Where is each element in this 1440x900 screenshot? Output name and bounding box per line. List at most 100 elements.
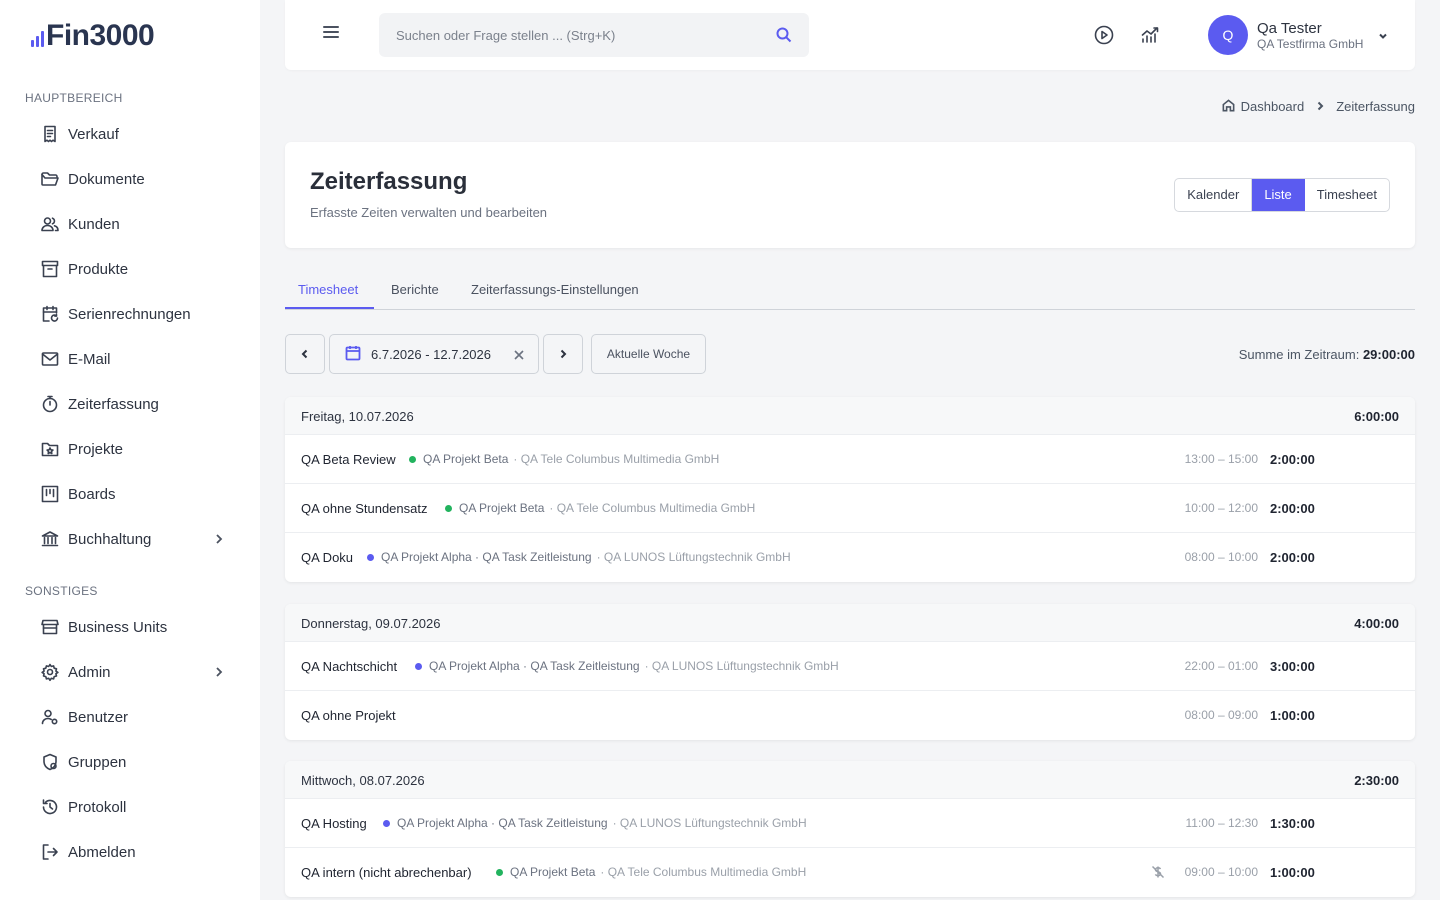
chevron-right-icon bbox=[1314, 99, 1326, 114]
date-range-value: 6.7.2026 - 12.7.2026 bbox=[371, 346, 491, 362]
page-header-card: Zeiterfassung Erfasste Zeiten verwalten … bbox=[285, 142, 1415, 248]
app-logo[interactable]: Fin3000 bbox=[31, 18, 155, 52]
entry-customer: · QA Tele Columbus Multimedia GmbH bbox=[600, 865, 807, 879]
sidebar-item-e-mail[interactable]: E-Mail bbox=[40, 342, 236, 376]
topbar: Q Qa Tester QA Testfirma GmbH bbox=[285, 0, 1415, 70]
entry-project: QA Projekt Alpha · QA Task Zeitleistung bbox=[429, 659, 640, 673]
shield-user-icon bbox=[40, 752, 60, 772]
entry-meta: QA Projekt Beta · QA Tele Columbus Multim… bbox=[445, 501, 755, 515]
time-entry-row[interactable]: QA Hosting QA Projekt Alpha · QA Task Ze… bbox=[285, 799, 1415, 848]
search-input[interactable] bbox=[379, 13, 759, 57]
calendar-repeat-icon bbox=[40, 304, 60, 324]
user-info: Qa Tester QA Testfirma GmbH bbox=[1257, 20, 1363, 51]
date-range-picker[interactable]: 6.7.2026 - 12.7.2026 bbox=[329, 334, 539, 374]
entry-duration: 2:00:00 bbox=[1270, 550, 1315, 565]
sidebar-item-label: Dokumente bbox=[68, 170, 145, 188]
play-circle-icon[interactable] bbox=[1093, 24, 1115, 46]
period-sum: Summe im Zeitraum: 29:00:00 bbox=[1239, 347, 1415, 362]
sidebar-item-verkauf[interactable]: Verkauf bbox=[40, 117, 236, 151]
sidebar-item-dokumente[interactable]: Dokumente bbox=[40, 162, 236, 196]
user-menu[interactable]: Q Qa Tester QA Testfirma GmbH bbox=[1208, 15, 1389, 55]
menu-toggle-icon[interactable] bbox=[323, 26, 341, 44]
user-company: QA Testfirma GmbH bbox=[1257, 36, 1364, 51]
view-kalender-button[interactable]: Kalender bbox=[1175, 179, 1253, 211]
time-entry-row[interactable]: QA Nachtschicht QA Projekt Alpha · QA Ta… bbox=[285, 642, 1415, 691]
time-entry-row[interactable]: QA ohne Stundensatz QA Projekt Beta · QA … bbox=[285, 484, 1415, 533]
home-icon bbox=[1222, 99, 1235, 112]
entry-meta: QA Projekt Alpha · QA Task Zeitleistung ·… bbox=[367, 550, 791, 564]
entry-customer: · QA Tele Columbus Multimedia GmbH bbox=[513, 452, 720, 466]
view-timesheet-button[interactable]: Timesheet bbox=[1305, 179, 1389, 211]
entry-meta: QA Projekt Alpha · QA Task Zeitleistung ·… bbox=[383, 816, 807, 830]
period-sum-value: 29:00:00 bbox=[1362, 347, 1415, 362]
time-entry-row[interactable]: QA ohne Projekt 08:00 – 09:00 1:00:00 bbox=[285, 691, 1415, 740]
sidebar-item-boards[interactable]: Boards bbox=[40, 477, 236, 511]
sidebar-item-label: Business Units bbox=[68, 618, 168, 636]
non-billable-icon bbox=[1151, 865, 1165, 879]
chevron-right-icon bbox=[560, 349, 567, 359]
section-label-main: HAUPTBEREICH bbox=[25, 91, 123, 105]
day-header: Freitag, 10.07.2026 6:00:00 bbox=[285, 397, 1415, 435]
project-status-dot bbox=[367, 553, 374, 561]
time-entry-row[interactable]: QA Beta Review QA Projekt Beta · QA Tele … bbox=[285, 435, 1415, 484]
tab-zeiterfassungs-einstellungen[interactable]: Zeiterfassungs-Einstellungen bbox=[471, 282, 639, 297]
day-total: 4:00:00 bbox=[1354, 616, 1399, 631]
day-label: Freitag, 10.07.2026 bbox=[301, 409, 414, 424]
previous-week-button[interactable] bbox=[285, 334, 325, 374]
current-week-button[interactable]: Aktuelle Woche bbox=[591, 334, 706, 374]
active-tab-indicator bbox=[285, 307, 374, 309]
entry-customer: · QA LUNOS Lüftungstechnik GmbH bbox=[644, 659, 839, 673]
entry-title: QA intern (nicht abrechenbar) bbox=[301, 865, 472, 880]
entry-time: 08:00 – 10:00 bbox=[1184, 550, 1258, 564]
tab-berichte[interactable]: Berichte bbox=[391, 282, 439, 297]
sidebar-item-protokoll[interactable]: Protokoll bbox=[40, 790, 236, 824]
time-entry-row[interactable]: QA Doku QA Projekt Alpha · QA Task Zeitl… bbox=[285, 533, 1415, 582]
analytics-chart-icon[interactable] bbox=[1139, 24, 1161, 46]
tab-timesheet[interactable]: Timesheet bbox=[298, 282, 358, 297]
sidebar-item-buchhaltung[interactable]: Buchhaltung bbox=[40, 522, 236, 556]
entry-project: QA Projekt Alpha · QA Task Zeitleistung bbox=[381, 550, 592, 564]
folder-open-icon bbox=[40, 169, 60, 189]
entry-time: 11:00 – 12:30 bbox=[1185, 816, 1258, 830]
entry-project: QA Projekt Alpha · QA Task Zeitleistung bbox=[397, 816, 608, 830]
page-subtitle: Erfasste Zeiten verwalten und bearbeiten bbox=[310, 205, 548, 220]
entry-duration: 3:00:00 bbox=[1270, 659, 1315, 674]
sidebar-item-label: Gruppen bbox=[68, 753, 127, 771]
stopwatch-icon bbox=[40, 394, 60, 414]
breadcrumb-home[interactable]: Dashboard bbox=[1221, 98, 1304, 114]
sidebar-item-gruppen[interactable]: Gruppen bbox=[40, 745, 236, 779]
sidebar-item-business-units[interactable]: Business Units bbox=[40, 610, 236, 644]
next-week-button[interactable] bbox=[543, 334, 583, 374]
view-liste-button[interactable]: Liste bbox=[1252, 179, 1305, 211]
time-entry-row[interactable]: QA intern (nicht abrechenbar) QA Projekt… bbox=[285, 848, 1415, 897]
sidebar-item-admin[interactable]: Admin bbox=[40, 655, 236, 689]
sidebar-item-serienrechnungen[interactable]: Serienrechnungen bbox=[40, 297, 236, 331]
sidebar-item-projekte[interactable]: Projekte bbox=[40, 432, 236, 466]
entry-project: QA Projekt Beta bbox=[423, 452, 509, 466]
chevron-right-icon bbox=[212, 532, 226, 546]
entry-title: QA ohne Stundensatz bbox=[301, 501, 428, 516]
sidebar-item-abmelden[interactable]: Abmelden bbox=[40, 835, 236, 869]
clear-icon[interactable] bbox=[513, 348, 525, 360]
entry-customer: · QA Tele Columbus Multimedia GmbH bbox=[549, 501, 756, 515]
day-label: Donnerstag, 09.07.2026 bbox=[301, 616, 441, 631]
sidebar-item-benutzer[interactable]: Benutzer bbox=[40, 700, 236, 734]
logout-icon bbox=[40, 842, 60, 862]
entry-customer: · QA LUNOS Lüftungstechnik GmbH bbox=[596, 550, 791, 564]
sidebar-item-produkte[interactable]: Produkte bbox=[40, 252, 236, 286]
day-group: Mittwoch, 08.07.2026 2:30:00 QA Hosting … bbox=[285, 761, 1415, 897]
user-name: Qa Tester bbox=[1257, 19, 1322, 37]
entry-duration: 2:00:00 bbox=[1270, 452, 1315, 467]
sidebar-item-zeiterfassung[interactable]: Zeiterfassung bbox=[40, 387, 236, 421]
sidebar-item-kunden[interactable]: Kunden bbox=[40, 207, 236, 241]
day-total: 6:00:00 bbox=[1354, 409, 1399, 424]
gear-icon bbox=[40, 662, 60, 682]
entry-duration: 2:00:00 bbox=[1270, 501, 1315, 516]
entry-project: QA Projekt Beta bbox=[510, 865, 596, 879]
sidebar-item-label: Boards bbox=[68, 485, 116, 503]
chevron-left-icon bbox=[301, 349, 308, 359]
entry-time: 13:00 – 15:00 bbox=[1184, 452, 1258, 466]
search-icon[interactable] bbox=[775, 26, 793, 44]
search-box bbox=[379, 13, 809, 57]
users-icon bbox=[40, 214, 60, 234]
